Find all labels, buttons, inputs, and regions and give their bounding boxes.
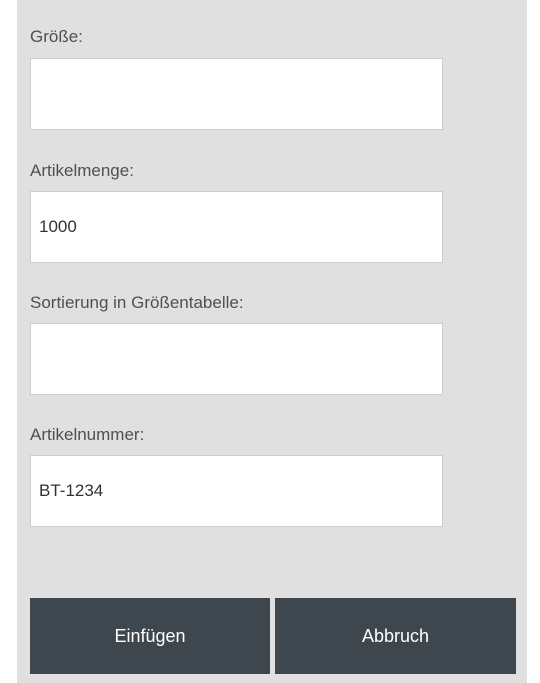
cancel-button[interactable]: Abbruch [275, 598, 516, 674]
size-table-sorting-label: Sortierung in Größentabelle: [30, 293, 244, 312]
item-form-panel: Größe: Artikelmenge: Sortierung in Größe… [17, 0, 527, 683]
size-input[interactable] [30, 58, 443, 130]
quantity-input[interactable] [30, 191, 443, 263]
size-label: Größe: [30, 27, 83, 46]
insert-button[interactable]: Einfügen [30, 598, 270, 674]
quantity-label: Artikelmenge: [30, 161, 134, 180]
item-number-label: Artikelnummer: [30, 425, 145, 444]
size-table-sorting-input[interactable] [30, 323, 443, 395]
item-number-input[interactable] [30, 455, 443, 527]
